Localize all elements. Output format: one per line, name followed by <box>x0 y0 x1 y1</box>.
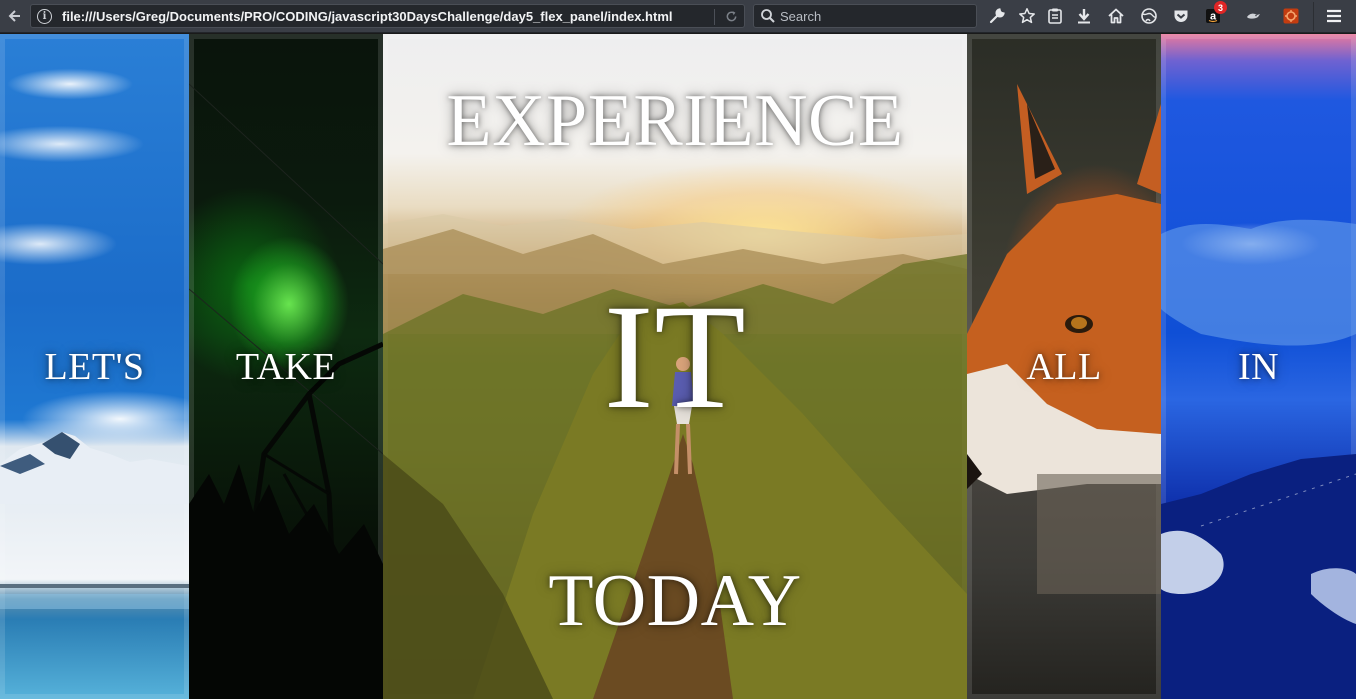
panel-in[interactable]: IN <box>1161 34 1356 699</box>
reload-separator <box>714 9 715 25</box>
panel-all[interactable]: ALL <box>967 34 1161 699</box>
search-input[interactable] <box>780 8 970 24</box>
download-icon[interactable] <box>1073 5 1095 27</box>
info-icon[interactable]: i <box>37 8 52 24</box>
wrench-icon[interactable] <box>986 5 1008 27</box>
bird-icon[interactable] <box>1242 5 1264 27</box>
panel-word-lets: LET'S <box>44 345 145 388</box>
home-icon[interactable] <box>1105 5 1127 27</box>
reload-icon[interactable] <box>719 5 743 27</box>
flex-panels: LET'S TAKE EXPERIENCE IT TODAY ALL IN <box>0 34 1356 699</box>
search-icon <box>761 9 775 23</box>
panel-take[interactable]: TAKE <box>189 34 383 699</box>
globe-icon[interactable] <box>1138 5 1160 27</box>
back-button[interactable] <box>0 0 28 33</box>
panel-experience-it-today[interactable]: EXPERIENCE IT TODAY <box>383 34 967 699</box>
panel-lets[interactable]: LET'S <box>0 34 189 699</box>
amazon-icon[interactable]: a 3 <box>1202 1 1227 27</box>
search-bar[interactable] <box>753 4 977 28</box>
panel-word-it: IT <box>603 274 747 440</box>
back-arrow-icon <box>8 10 20 22</box>
panel-word-experience: EXPERIENCE <box>446 80 904 162</box>
star-icon[interactable] <box>1016 5 1038 27</box>
panel-word-take: TAKE <box>235 345 337 388</box>
panel-word-today: TODAY <box>548 560 802 642</box>
url-text[interactable]: file:///Users/Greg/Documents/PRO/CODING/… <box>62 9 673 24</box>
extension-icon[interactable] <box>1280 5 1302 27</box>
clipboard-icon[interactable] <box>1044 5 1066 27</box>
pocket-icon[interactable] <box>1170 5 1192 27</box>
address-bar[interactable]: i file:///Users/Greg/Documents/PRO/CODIN… <box>30 4 745 28</box>
amazon-badge: 3 <box>1214 1 1227 14</box>
menu-separator <box>1313 2 1314 31</box>
browser-toolbar: i file:///Users/Greg/Documents/PRO/CODIN… <box>0 0 1356 33</box>
panel-word-in: IN <box>1237 345 1280 388</box>
panel-word-all: ALL <box>1026 345 1102 388</box>
hamburger-menu-icon[interactable] <box>1323 5 1345 27</box>
